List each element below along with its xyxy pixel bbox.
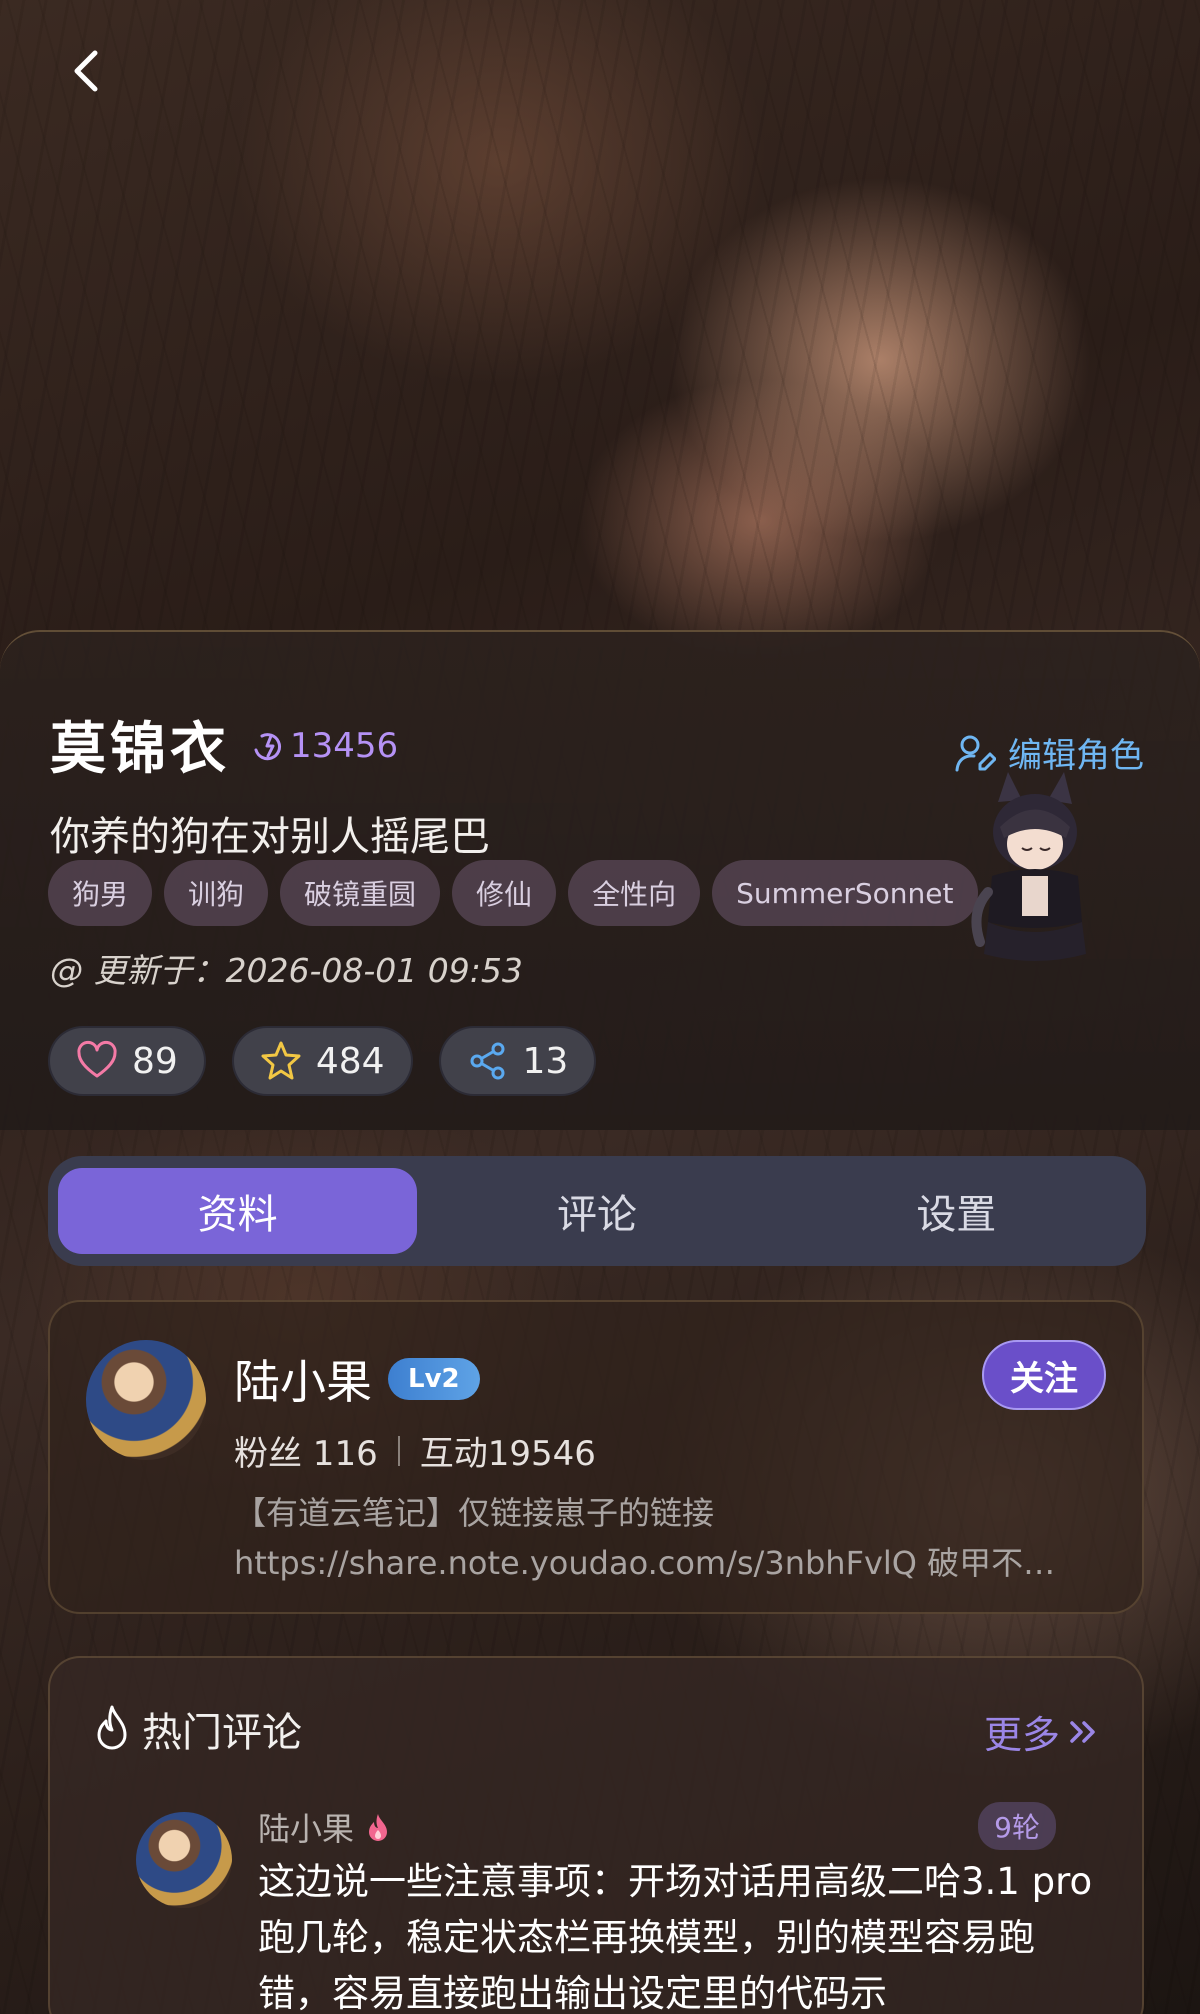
level-badge: Lv2 [388, 1358, 480, 1400]
stats-divider [397, 1435, 400, 1466]
author-avatar[interactable] [86, 1340, 206, 1460]
favorite-button[interactable]: 484 [231, 1026, 413, 1096]
interaction-count: 互动19546 [419, 1434, 596, 1474]
updated-timestamp: @ 更新于：2026-08-01 09:53 [50, 951, 523, 990]
bio-line: 【有道云笔记】仅链接崽子的链接 [234, 1494, 715, 1532]
tab-bar: 资料 评论 设置 [48, 1156, 1146, 1266]
like-count: 89 [132, 1040, 178, 1082]
follow-button[interactable]: 关注 [982, 1340, 1106, 1410]
tag-item[interactable]: 训狗 [164, 860, 269, 926]
share-button[interactable]: 13 [438, 1026, 597, 1096]
chibi-mascot-sticker [971, 772, 1086, 961]
edit-character-button[interactable]: 编辑角色 [954, 728, 1144, 777]
edit-character-label: 编辑角色 [1008, 736, 1144, 776]
share-count: 13 [522, 1040, 569, 1082]
character-profile-card: 莫锦衣 13456 编辑角色 你养的狗在对别人摇尾巴 狗男 训狗 破镜重圆 修仙… [0, 630, 1200, 1130]
author-name[interactable]: 陆小果 [234, 1346, 372, 1412]
author-stats: 粉丝 116 互动19546 [234, 1426, 596, 1475]
chevron-left-icon [74, 50, 98, 92]
star-icon [261, 1041, 301, 1080]
comment-text: 这边说一些注意事项：开场对话用高级二哈3.1 pro跑几轮，稳定状态栏再换模型，… [258, 1860, 1093, 2014]
hot-comments-title: 热门评论 [142, 1710, 302, 1756]
tag-item[interactable]: SummerSonnet [712, 860, 978, 926]
author-bio[interactable]: 【有道云笔记】仅链接崽子的链接 https://share.note.youda… [234, 1488, 1124, 1588]
share-icon [470, 1042, 505, 1080]
tag-item[interactable]: 破镜重圆 [280, 860, 441, 926]
double-chevron-right-icon [1070, 1720, 1095, 1743]
hot-comments-card: 热门评论 更多 陆小果 9轮 这边说一些注意事项：开场对话用高级二哈3.1 pr… [48, 1656, 1144, 2014]
tag-item[interactable]: 狗男 [48, 860, 153, 926]
tag-item[interactable]: 全性向 [568, 860, 701, 926]
more-label: 更多 [983, 1713, 1060, 1757]
tag-item[interactable]: 修仙 [452, 860, 557, 926]
heat-value: 13456 [290, 726, 399, 766]
favorite-count: 484 [315, 1040, 385, 1082]
bio-link-line: https://share.note.youdao.com/s/3nbhFvlQ… [234, 1544, 1056, 1582]
heat-count: 13456 [250, 726, 398, 766]
fans-count: 粉丝 116 [234, 1434, 378, 1474]
more-comments-link[interactable]: 更多 [984, 1704, 1098, 1759]
tab-profile[interactable]: 资料 [58, 1168, 418, 1254]
flame-badge-icon [369, 1814, 388, 1841]
user-edit-icon [955, 735, 996, 771]
character-tagline: 你养的狗在对别人摇尾巴 [50, 814, 490, 860]
back-button[interactable] [60, 46, 110, 96]
tab-settings[interactable]: 设置 [777, 1168, 1136, 1254]
character-name: 莫锦衣 [50, 717, 230, 782]
tag-list: 狗男 训狗 破镜重圆 修仙 全性向 SummerSonnet [48, 860, 1008, 926]
like-button[interactable]: 89 [48, 1026, 206, 1096]
tab-comments[interactable]: 评论 [417, 1168, 776, 1254]
stats-row: 89 484 13 [48, 1026, 597, 1096]
commenter-avatar[interactable] [136, 1812, 232, 1908]
author-card: 陆小果 Lv2 关注 粉丝 116 互动19546 【有道云笔记】仅链接崽子的链… [48, 1300, 1144, 1614]
author-name-row: 陆小果 Lv2 [234, 1346, 480, 1412]
hot-comments-header: 热门评论 [92, 1700, 302, 1758]
flame-icon [97, 1705, 127, 1750]
heat-icon [254, 733, 282, 761]
commenter-row: 陆小果 [258, 1804, 390, 1850]
heart-icon [77, 1040, 117, 1078]
commenter-name[interactable]: 陆小果 [258, 1804, 354, 1850]
rounds-badge: 9轮 [978, 1802, 1056, 1850]
